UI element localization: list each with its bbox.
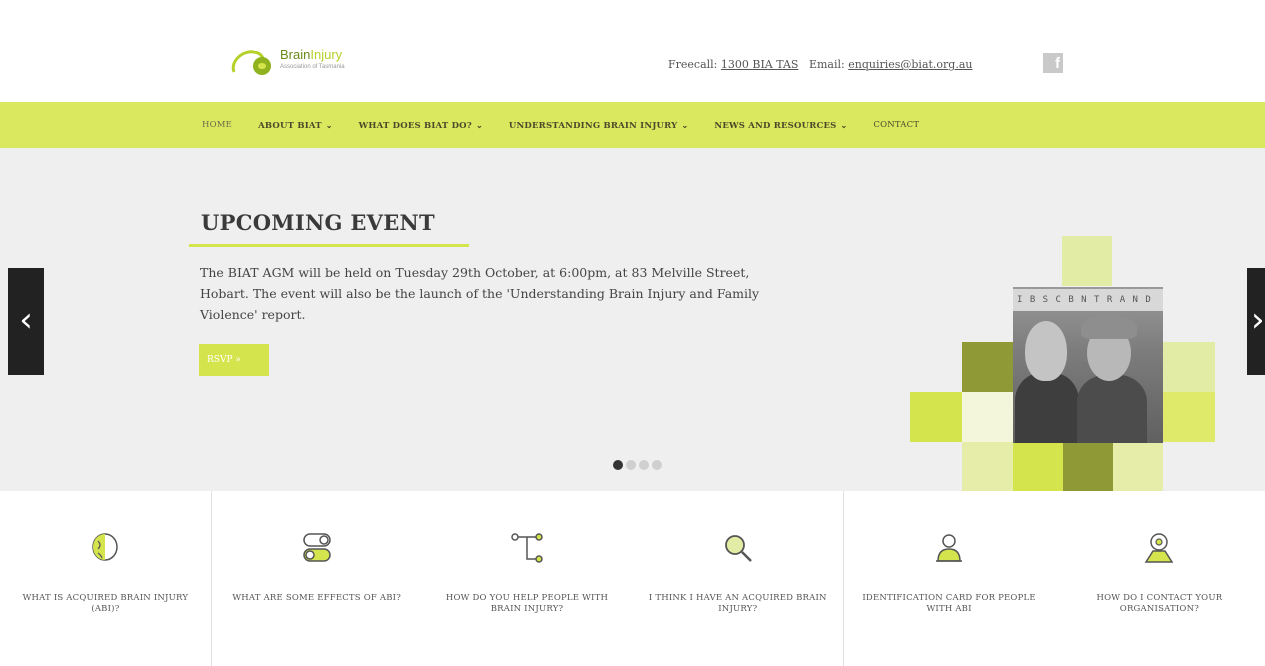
nav-item-what-does-biat-do[interactable]: WHAT DOES BIAT DO? ⌄ — [359, 120, 483, 131]
hero-slider: ‹ UPCOMING EVENT The BIAT AGM will be he… — [0, 148, 1265, 491]
rsvp-button[interactable]: RSVP » — [199, 344, 269, 376]
nav-item-home[interactable]: HOME — [202, 120, 232, 130]
photo-hat — [1081, 315, 1137, 339]
mosaic-tile — [1062, 236, 1112, 286]
feature-label: WHAT ARE SOME EFFECTS OF ABI? — [232, 593, 401, 603]
mosaic-tile — [962, 342, 1013, 392]
hero-body: The BIAT AGM will be held on Tuesday 29t… — [200, 265, 760, 322]
chevron-down-icon: ⌄ — [475, 119, 483, 130]
chevron-down-icon: ⌄ — [325, 119, 333, 130]
nav-label-what-does-biat-do: WHAT DOES BIAT DO? — [358, 120, 472, 131]
network-icon — [511, 533, 543, 563]
hero-title-underline — [189, 244, 469, 247]
header-contact: Freecall: 1300 BIA TAS Email: enquiries@… — [668, 58, 972, 71]
id-card-person-icon — [936, 534, 963, 562]
slider-next-button[interactable]: › — [1247, 268, 1265, 375]
feature-effects-of-abi[interactable]: WHAT ARE SOME EFFECTS OF ABI? — [210, 491, 422, 666]
freecall-link[interactable]: 1300 BIA TAS — [721, 58, 799, 71]
feature-label: IDENTIFICATION CARD FOR PEOPLE WITH ABI — [862, 593, 1036, 614]
mosaic-tile — [910, 392, 962, 442]
feature-how-help[interactable]: HOW DO YOU HELP PEOPLE WITH BRAIN INJURY… — [422, 491, 633, 666]
slider-dot-3[interactable] — [639, 460, 649, 470]
nav-label-about: ABOUT BIAT — [258, 120, 322, 131]
slider-dot-1[interactable] — [613, 460, 623, 470]
event-photo: I B S C B N T R A N D — [1013, 287, 1163, 443]
mosaic-tile — [1013, 442, 1063, 491]
photo-person — [1025, 321, 1067, 381]
nav-item-understanding[interactable]: UNDERSTANDING BRAIN INJURY ⌄ — [509, 120, 689, 131]
feature-what-is-abi[interactable]: WHAT IS ACQUIRED BRAIN INJURY (ABI)? — [0, 491, 211, 666]
brain-icon — [92, 533, 119, 561]
email-label: Email: — [808, 58, 845, 71]
nav-item-about[interactable]: ABOUT BIAT ⌄ — [258, 120, 333, 131]
hero-title: UPCOMING EVENT — [201, 210, 435, 235]
nav-item-news[interactable]: NEWS AND RESOURCES ⌄ — [714, 120, 847, 131]
logo-wordmark: BrainInjury — [280, 47, 342, 62]
feature-contact-organisation[interactable]: HOW DO I CONTACT YOUR ORGANISATION? — [1054, 491, 1265, 666]
feature-identification-card[interactable]: IDENTIFICATION CARD FOR PEOPLE WITH ABI — [843, 491, 1054, 666]
toggle-icon — [302, 533, 331, 562]
nav-label-home: HOME — [202, 120, 233, 130]
site-header: BrainInjury Association of Tasmania Free… — [0, 0, 1265, 102]
hero-mosaic-image: I B S C B N T R A N D — [910, 236, 1215, 491]
nav-label-contact: CONTACT — [873, 120, 920, 130]
slider-pagination — [613, 460, 662, 470]
logo-mark-icon — [231, 50, 271, 75]
mosaic-tile — [1113, 442, 1163, 491]
mosaic-tile — [962, 392, 1013, 442]
photo-person — [1015, 373, 1079, 443]
mosaic-tile — [962, 442, 1013, 491]
email-link[interactable]: enquiries@biat.org.au — [848, 58, 972, 71]
map-pin-icon — [1145, 533, 1174, 563]
logo-tagline: Association of Tasmania — [280, 64, 345, 70]
slider-dot-4[interactable] — [652, 460, 662, 470]
main-nav: HOME ABOUT BIAT ⌄ WHAT DOES BIAT DO? ⌄ UND… — [0, 102, 1265, 148]
mosaic-tile — [1163, 342, 1215, 392]
chevron-down-icon: ⌄ — [681, 119, 689, 130]
chevron-down-icon: ⌄ — [840, 119, 848, 130]
site-logo[interactable]: BrainInjury Association of Tasmania — [228, 42, 388, 86]
nav-label-news: NEWS AND RESOURCES — [714, 120, 837, 131]
feature-label: HOW DO YOU HELP PEOPLE WITH BRAIN INJURY… — [445, 593, 609, 614]
slider-dot-2[interactable] — [626, 460, 636, 470]
logo-word-injury: Injury — [310, 47, 343, 62]
feature-i-think-abi[interactable]: I THINK I HAVE AN ACQUIRED BRAIN INJURY? — [632, 491, 843, 666]
feature-label: WHAT IS ACQUIRED BRAIN INJURY (ABI)? — [22, 593, 189, 614]
slider-prev-button[interactable]: ‹ — [8, 268, 44, 375]
facebook-icon[interactable]: f — [1043, 53, 1063, 73]
magnifier-icon — [724, 535, 752, 562]
mosaic-tile — [1063, 442, 1113, 491]
feature-label: HOW DO I CONTACT YOUR ORGANISATION? — [1096, 593, 1223, 614]
mosaic-tile — [1163, 392, 1215, 442]
photo-banner: I B S C B N T R A N D — [1013, 289, 1163, 311]
nav-label-understanding: UNDERSTANDING BRAIN INJURY — [508, 120, 678, 131]
nav-item-contact[interactable]: CONTACT — [873, 120, 919, 130]
feature-label: I THINK I HAVE AN ACQUIRED BRAIN INJURY? — [648, 593, 827, 614]
logo-word-brain: Brain — [280, 47, 311, 62]
photo-person — [1077, 375, 1147, 443]
freecall-label: Freecall: — [668, 58, 718, 71]
feature-links: WHAT IS ACQUIRED BRAIN INJURY (ABI)? WHA… — [0, 491, 1265, 666]
